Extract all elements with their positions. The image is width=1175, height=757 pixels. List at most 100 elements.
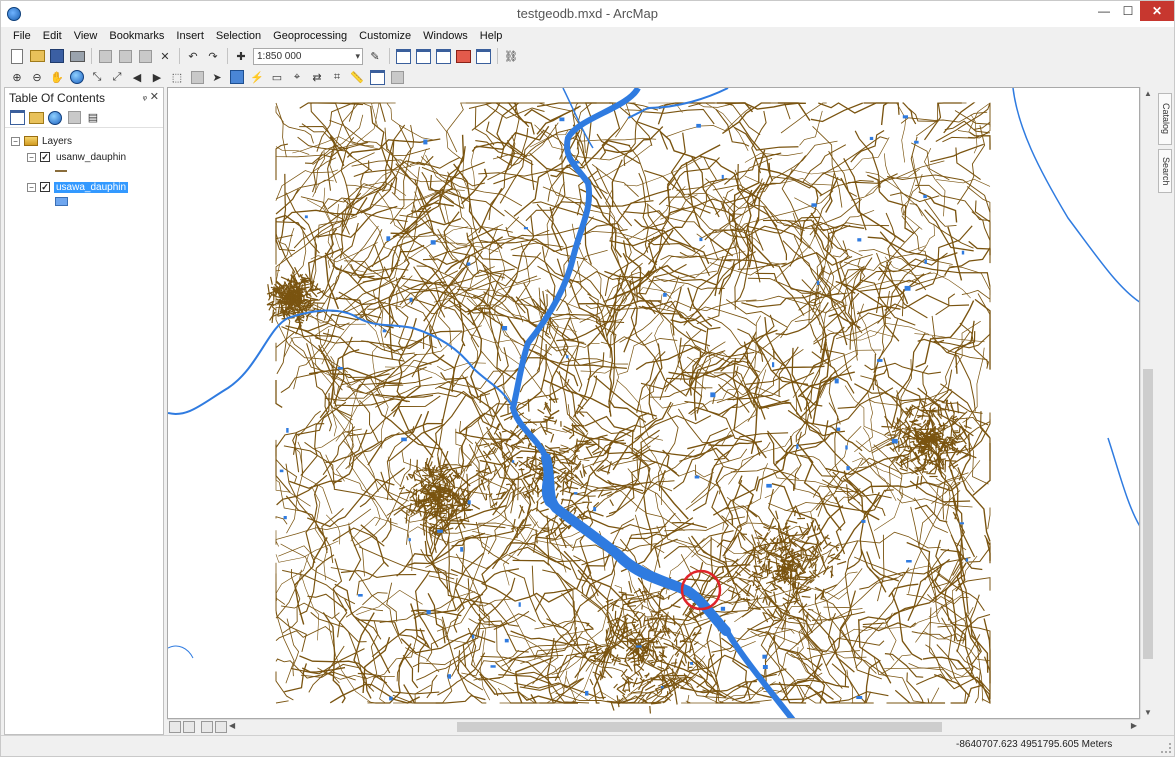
list-by-selection-icon[interactable] (66, 110, 82, 126)
menu-geoprocessing[interactable]: Geoprocessing (273, 30, 347, 42)
scroll-right-icon[interactable]: ▶ (1131, 721, 1137, 730)
table-of-contents-window-icon[interactable] (395, 48, 411, 64)
road-segment (402, 654, 419, 689)
zoom-out-icon[interactable]: ⊖ (29, 69, 45, 85)
dock-tab-search[interactable]: Search (1158, 149, 1172, 193)
full-extent-icon[interactable] (69, 69, 85, 85)
find-route-icon[interactable]: ⇄ (309, 69, 325, 85)
resize-grip-icon[interactable] (1161, 743, 1171, 753)
menu-view[interactable]: View (74, 30, 98, 42)
close-button[interactable]: ✕ (1140, 1, 1174, 21)
road-segment (860, 548, 887, 593)
horizontal-scrollbar[interactable]: ◀ ▶ (167, 719, 1140, 733)
refresh-view-button[interactable] (201, 721, 213, 733)
collapse-icon[interactable]: − (27, 182, 36, 192)
layer-name[interactable]: usanw_dauphin (54, 152, 128, 163)
new-document-icon[interactable] (9, 48, 25, 64)
list-by-source-icon[interactable] (28, 110, 44, 126)
map-canvas[interactable] (168, 88, 1140, 719)
time-slider-icon[interactable] (389, 69, 405, 85)
pan-hand-icon[interactable]: ✋ (49, 69, 65, 85)
layout-view-button[interactable] (183, 721, 195, 733)
list-by-visibility-icon[interactable] (47, 110, 63, 126)
arctoolbox-icon[interactable] (455, 48, 471, 64)
collapse-icon[interactable]: − (27, 152, 36, 162)
chevron-down-icon[interactable]: ▾ (355, 51, 360, 62)
pin-icon[interactable]: ᵩ (143, 91, 147, 102)
map-display[interactable] (167, 87, 1140, 719)
identify-icon[interactable] (229, 69, 245, 85)
scroll-down-icon[interactable]: ▼ (1143, 708, 1153, 717)
create-viewer-window-icon[interactable] (369, 69, 385, 85)
forward-extent-icon[interactable]: ▶ (149, 69, 165, 85)
layers-data-frame[interactable]: − Layers (5, 134, 163, 148)
back-extent-icon[interactable]: ◀ (129, 69, 145, 85)
urban-road-segment (813, 525, 817, 533)
hyperlink-icon[interactable]: ⚡ (249, 69, 265, 85)
polygon-symbol-icon[interactable] (55, 196, 68, 206)
undo-icon[interactable]: ↶ (185, 48, 201, 64)
select-elements-arrow-icon[interactable]: ➤ (209, 69, 225, 85)
editor-toolbar-icon[interactable]: ✎ (367, 48, 383, 64)
layer-row-usawa[interactable]: − ✓ usawa_dauphin (5, 180, 163, 194)
layer-visibility-checkbox[interactable]: ✓ (40, 182, 50, 192)
clear-selection-icon[interactable] (189, 69, 205, 85)
search-window-icon[interactable] (435, 48, 451, 64)
minimize-button[interactable]: — (1092, 1, 1116, 21)
road-segment (896, 102, 907, 163)
redo-icon[interactable]: ↷ (205, 48, 221, 64)
menu-edit[interactable]: Edit (43, 30, 62, 42)
python-window-icon[interactable] (475, 48, 491, 64)
list-by-drawing-order-icon[interactable] (9, 110, 25, 126)
fixed-zoom-out-icon[interactable]: ⤢ (109, 69, 125, 85)
road-segment (467, 308, 483, 399)
select-features-icon[interactable]: ⬚ (169, 69, 185, 85)
model-builder-icon[interactable]: ⛓ (503, 48, 519, 64)
scroll-up-icon[interactable]: ▲ (1143, 89, 1153, 98)
go-to-xy-icon[interactable]: ⌗ (329, 69, 345, 85)
paste-icon[interactable] (137, 48, 153, 64)
data-view-button[interactable] (169, 721, 181, 733)
menu-insert[interactable]: Insert (176, 30, 204, 42)
layer-visibility-checkbox[interactable]: ✓ (40, 152, 50, 162)
maximize-button[interactable]: ☐ (1116, 1, 1140, 21)
layer-row-usanw[interactable]: − ✓ usanw_dauphin (5, 150, 163, 164)
find-binoculars-icon[interactable]: ⌖ (289, 69, 305, 85)
dock-tab-catalog[interactable]: Catalog (1158, 93, 1172, 145)
menu-selection[interactable]: Selection (216, 30, 261, 42)
toolbar-separator (227, 48, 228, 64)
vertical-scroll-thumb[interactable] (1143, 369, 1153, 659)
layer-name-selected[interactable]: usawa_dauphin (54, 181, 129, 193)
fixed-zoom-in-icon[interactable]: ⤡ (89, 69, 105, 85)
menu-customize[interactable]: Customize (359, 30, 411, 42)
copy-icon[interactable] (117, 48, 133, 64)
horizontal-scroll-thumb[interactable] (457, 722, 942, 732)
menu-help[interactable]: Help (480, 30, 503, 42)
menu-bookmarks[interactable]: Bookmarks (109, 30, 164, 42)
map-scale-select[interactable]: 1:850 000 ▾ (253, 47, 363, 65)
cut-icon[interactable] (97, 48, 113, 64)
collapse-icon[interactable]: − (11, 136, 20, 146)
save-icon[interactable] (49, 48, 65, 64)
print-icon[interactable] (69, 48, 85, 64)
close-icon[interactable]: ✕ (150, 90, 159, 103)
open-folder-icon[interactable] (29, 48, 45, 64)
vertical-scrollbar[interactable]: ▲ ▼ (1140, 87, 1154, 719)
pause-drawing-button[interactable] (215, 721, 227, 733)
title-bar[interactable]: testgeodb.mxd - ArcMap — ☐ ✕ (1, 1, 1174, 27)
road-segment (510, 242, 564, 251)
urban-road-segment (415, 478, 422, 482)
options-icon[interactable]: ▤ (85, 110, 101, 126)
add-data-icon[interactable]: ✚ (233, 48, 249, 64)
delete-icon[interactable]: ✕ (157, 48, 173, 64)
menu-windows[interactable]: Windows (423, 30, 468, 42)
catalog-window-icon[interactable] (415, 48, 431, 64)
urban-road-segment (586, 502, 590, 509)
scroll-left-icon[interactable]: ◀ (229, 721, 235, 730)
menu-file[interactable]: File (13, 30, 31, 42)
html-popup-icon[interactable]: ▭ (269, 69, 285, 85)
measure-icon[interactable]: 📏 (349, 69, 365, 85)
line-symbol-icon[interactable] (55, 170, 67, 172)
zoom-in-icon[interactable]: ⊕ (9, 69, 25, 85)
road-segment (843, 158, 867, 231)
